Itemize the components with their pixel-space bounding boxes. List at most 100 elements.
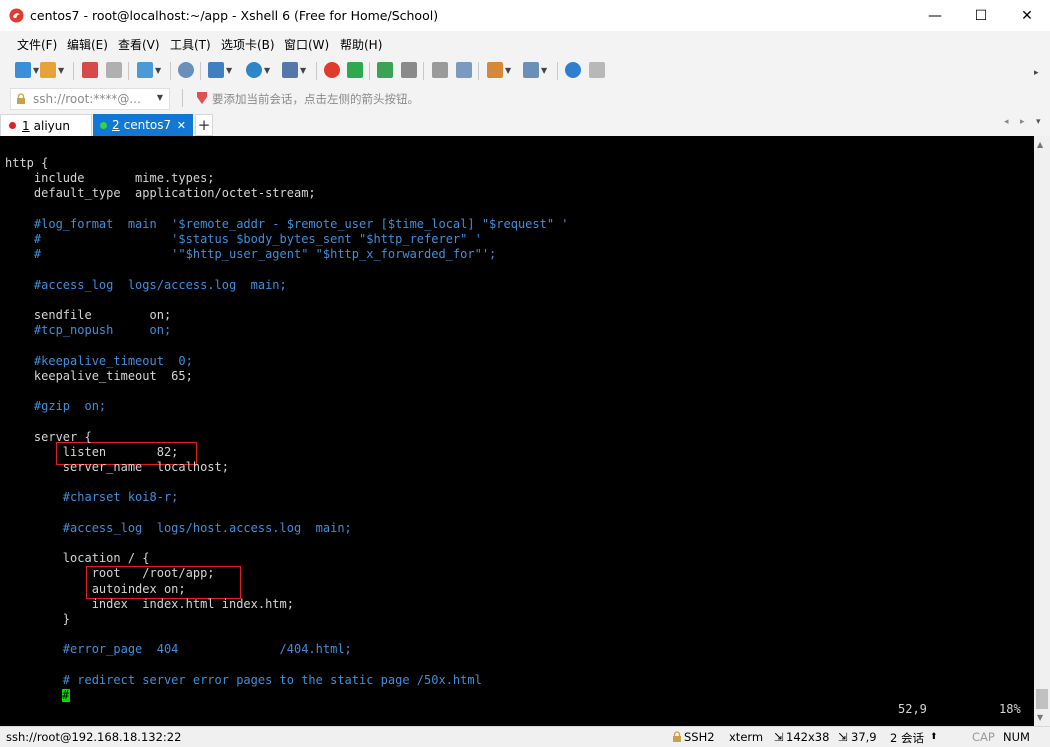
fullscreen-button[interactable]: [377, 61, 393, 79]
tunnel-icon: [487, 62, 503, 78]
status-protocol: SSH2: [684, 730, 715, 744]
chevron-right-icon[interactable]: ▸: [1020, 117, 1025, 127]
maximize-button[interactable]: ☐: [958, 0, 1004, 31]
new-session-button[interactable]: ▼: [15, 61, 39, 79]
toolbar-separator: [557, 62, 558, 80]
menu-tabs[interactable]: 选项卡(B): [221, 36, 275, 53]
disconnect-icon: [106, 62, 122, 78]
terminal-area[interactable]: 52,9 18% http { include mime.types; defa…: [0, 136, 1034, 726]
maximize-icon: ☐: [974, 7, 988, 24]
tab-list-icon[interactable]: ▾: [1036, 117, 1041, 127]
terminal-comment-line: #access_log logs/access.log main;: [5, 278, 287, 292]
sessions-up-icon[interactable]: ⬆: [930, 732, 938, 742]
tab-centos7[interactable]: 2 centos7 ✕: [93, 114, 193, 136]
status-num: NUM: [1003, 730, 1030, 744]
address-field[interactable]: ssh://root:****@... ▼: [10, 88, 170, 110]
find-button[interactable]: [178, 61, 194, 79]
terminal-line: root /root/app;: [5, 566, 215, 580]
terminal-comment-line: #access_log logs/host.access.log main;: [5, 521, 352, 535]
minimize-icon: —: [928, 7, 942, 24]
terminal-line: server {: [5, 430, 92, 444]
address-hint: 要添加当前会话，点击左侧的箭头按钮。: [212, 92, 419, 106]
keyboard-icon: [432, 62, 448, 78]
menu-edit[interactable]: 编辑(E): [67, 36, 108, 53]
properties-icon: [137, 62, 153, 78]
compose-button[interactable]: [456, 61, 472, 79]
chevron-left-icon[interactable]: ◂: [1004, 117, 1009, 127]
xshell-button[interactable]: [324, 61, 340, 79]
terminal-line: include mime.types;: [5, 171, 215, 185]
lock-icon: [401, 62, 417, 78]
scrollbar-thumb[interactable]: [1036, 689, 1048, 709]
terminal-line: keepalive_timeout 65;: [5, 369, 193, 383]
terminal-line: server_name localhost;: [5, 460, 229, 474]
lock-icon: [17, 93, 25, 104]
new-session-icon: [15, 62, 31, 78]
toolbar-separator: [170, 62, 171, 80]
status-bar: ssh://root@192.168.18.132:22 SSH2 xterm …: [0, 726, 1050, 747]
terminal-line: index index.html index.htm;: [5, 597, 294, 611]
terminal-line: listen 82;: [5, 445, 179, 459]
close-button[interactable]: ✕: [1004, 0, 1050, 31]
tab-aliyun[interactable]: 1 aliyun: [0, 114, 92, 136]
tab-number: 1: [22, 118, 30, 133]
menu-window[interactable]: 窗口(W): [284, 36, 329, 53]
terminal-comment-line: # redirect server error pages to the sta…: [5, 673, 482, 687]
menu-bar: 文件(F) 编辑(E) 查看(V) 工具(T) 选项卡(B) 窗口(W) 帮助(…: [0, 31, 1050, 56]
lock-icon: [673, 731, 681, 742]
help-button[interactable]: [565, 61, 581, 79]
tab-bar: 1 aliyun 2 centos7 ✕ + ◂ ▸ ▾: [0, 112, 1050, 136]
font-button[interactable]: ▼: [282, 61, 306, 79]
terminal-line: autoindex on;: [5, 582, 186, 596]
vertical-scrollbar[interactable]: ▲ ▼: [1034, 136, 1050, 726]
title-bar: centos7 - root@localhost:~/app - Xshell …: [0, 0, 1050, 31]
open-button[interactable]: ▼: [40, 61, 64, 79]
disconnect-button[interactable]: [106, 61, 122, 79]
chevron-down-icon: ▼: [155, 65, 162, 75]
toolbar-separator: [128, 62, 129, 80]
bookmark-icon[interactable]: [196, 91, 208, 105]
chevron-down-icon: ▼: [541, 65, 548, 75]
terminal-cursor: #: [62, 688, 70, 702]
toolbar-separator: [316, 62, 317, 80]
status-connection: ssh://root@192.168.18.132:22: [6, 730, 182, 744]
terminal-comment-line: #charset koi8-r;: [5, 490, 179, 504]
chevron-down-icon: ▼: [300, 65, 307, 75]
toolbar-separator: [369, 62, 370, 80]
folder-icon: [40, 62, 56, 78]
cursor-icon: ⇲: [838, 730, 848, 744]
help-icon: [565, 62, 581, 78]
toolbar: ▼ ▼ ▼ ▼ ▼ ▼ ▼ ▼ ▸: [0, 56, 1050, 85]
menu-view[interactable]: 查看(V): [118, 36, 160, 53]
compose-icon: [456, 62, 472, 78]
menu-file[interactable]: 文件(F): [17, 36, 57, 53]
lock-button[interactable]: [401, 61, 417, 79]
reconnect-button[interactable]: [82, 61, 98, 79]
cursor-position: 52,9: [898, 702, 927, 716]
properties-button[interactable]: ▼: [137, 61, 161, 79]
scroll-up-icon[interactable]: ▲: [1037, 140, 1043, 149]
layout-button[interactable]: ▼: [208, 61, 232, 79]
add-tab-button[interactable]: +: [195, 114, 213, 136]
chat-button[interactable]: [589, 61, 605, 79]
menu-help[interactable]: 帮助(H): [340, 36, 382, 53]
terminal-line: sendfile on;: [5, 308, 172, 322]
toolbar-overflow-button[interactable]: ▸: [1032, 64, 1039, 82]
minimize-button[interactable]: —: [912, 0, 958, 31]
tunnel-button[interactable]: ▼: [487, 61, 511, 79]
menu-tools[interactable]: 工具(T): [170, 36, 211, 53]
xftp-button[interactable]: [347, 61, 363, 79]
terminal-comment-line: #log_format main '$remote_addr - $remote…: [5, 217, 569, 231]
terminal-comment-line: # '"$http_user_agent" "$http_x_forwarded…: [5, 247, 497, 261]
globe-button[interactable]: ▼: [246, 61, 270, 79]
tab-number: 2: [112, 118, 120, 132]
keyboard-button[interactable]: [432, 61, 448, 79]
status-term: xterm: [729, 730, 764, 744]
chevron-down-icon: ▼: [226, 65, 233, 75]
scroll-down-icon[interactable]: ▼: [1037, 713, 1043, 722]
close-icon[interactable]: ✕: [177, 119, 186, 132]
tab-label: centos7: [123, 118, 172, 132]
chevron-down-icon[interactable]: ▼: [157, 93, 163, 102]
status-dot-icon: [9, 122, 16, 129]
window-layout-button[interactable]: ▼: [523, 61, 547, 79]
